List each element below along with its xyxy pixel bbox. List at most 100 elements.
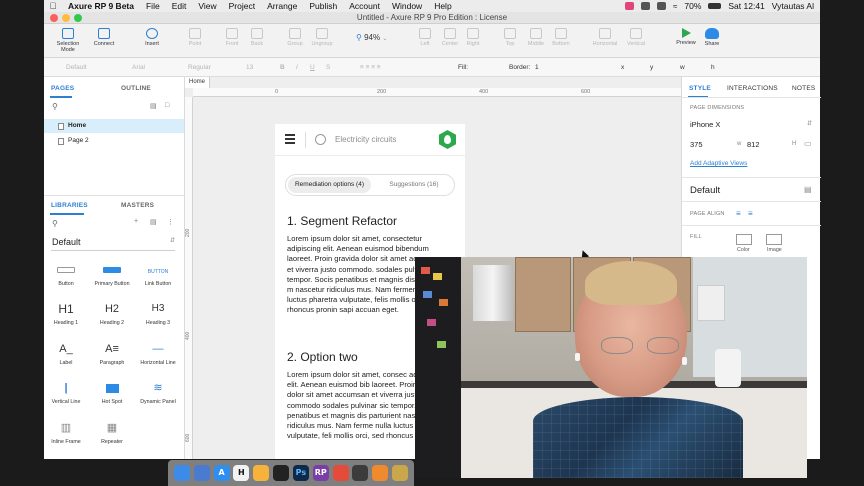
fill-color-swatch[interactable] <box>736 234 752 245</box>
menu-account[interactable]: Account <box>343 1 386 11</box>
add-library-icon[interactable]: + <box>134 218 138 225</box>
widget-label[interactable]: A_ Label <box>44 338 88 366</box>
close-window-icon[interactable] <box>50 14 58 22</box>
menu-window[interactable]: Window <box>386 1 428 11</box>
tab-home-document[interactable]: Home <box>185 77 211 88</box>
shield-icon[interactable] <box>640 2 650 10</box>
selection-mode-button[interactable]: Selection Mode <box>51 28 85 53</box>
front-button[interactable]: Front <box>222 28 242 47</box>
battery-percent[interactable]: 70% <box>684 1 701 11</box>
clock[interactable]: Sat 12:41 <box>728 1 764 11</box>
menu-edit[interactable]: Edit <box>166 1 193 11</box>
bold-button[interactable]: B <box>280 64 285 71</box>
library-options-icon[interactable]: ▤ <box>150 218 157 226</box>
preview-app-icon[interactable] <box>193 465 210 481</box>
align-top-button[interactable]: Top <box>501 28 519 47</box>
library-select[interactable]: Default ⇵ <box>52 237 175 247</box>
final-cut-icon[interactable] <box>352 465 369 481</box>
edit-style-icon[interactable]: ▤ <box>804 185 812 194</box>
widget-heading-3[interactable]: H3 Heading 3 <box>136 298 180 326</box>
terminal-icon[interactable] <box>273 465 290 481</box>
tab-masters[interactable]: MASTERS <box>121 202 154 209</box>
align-middle-button[interactable]: Middle <box>525 28 547 47</box>
tab-outline[interactable]: OUTLINE <box>121 85 151 92</box>
add-page-icon[interactable]: ▤ <box>150 102 157 110</box>
widget-button[interactable]: Button <box>44 259 88 287</box>
align-center-button[interactable]: Center <box>439 28 461 47</box>
app-store-icon[interactable]: A <box>213 465 230 481</box>
underline-button[interactable]: U <box>310 64 315 71</box>
distribute-vertical-button[interactable]: Vertical <box>624 28 648 47</box>
tab-libraries[interactable]: LIBRARIES <box>51 202 88 209</box>
widget-heading-2[interactable]: H2 Heading 2 <box>90 298 134 326</box>
chrome-icon[interactable] <box>332 465 349 481</box>
add-folder-icon[interactable]: □ <box>165 102 169 109</box>
tab-notes[interactable]: NOTES <box>792 85 815 92</box>
back-button[interactable]: Back <box>247 28 267 47</box>
finder-icon[interactable] <box>173 465 190 481</box>
tab-interactions[interactable]: INTERACTIONS <box>727 85 778 92</box>
style-name[interactable]: Default <box>690 185 720 196</box>
device-select[interactable]: iPhone X <box>690 120 720 129</box>
search-icon[interactable]: ⚲ <box>52 102 58 111</box>
menu-publish[interactable]: Publish <box>303 1 343 11</box>
preview-button[interactable]: Preview <box>673 28 699 46</box>
zoom-window-icon[interactable] <box>74 14 82 22</box>
zoom-control[interactable]: ⚲ 94% ⌄ <box>356 33 387 42</box>
share-button[interactable]: Share <box>701 28 723 47</box>
page-item-home[interactable]: Home <box>44 119 184 133</box>
border-width-input[interactable]: 1 <box>535 64 539 71</box>
group-button[interactable]: Group <box>284 28 306 47</box>
app-icon[interactable] <box>372 465 389 481</box>
widget-primary-button[interactable]: Primary Button <box>90 259 134 287</box>
status-app-icon[interactable] <box>624 2 634 10</box>
ungroup-button[interactable]: Ungroup <box>309 28 335 47</box>
menu-app-name[interactable]: Axure RP 9 Beta <box>62 1 140 11</box>
italic-button[interactable]: I <box>296 64 298 71</box>
font-select[interactable]: Arial <box>132 64 145 71</box>
menu-arrange[interactable]: Arrange <box>261 1 303 11</box>
hamburger-menu-icon[interactable] <box>285 134 295 146</box>
widget-paragraph[interactable]: A≡ Paragraph <box>90 338 134 366</box>
font-size-select[interactable]: 13 <box>246 64 253 71</box>
align-text-icon[interactable]: ≡ ≡ ≡ ≡ <box>360 64 381 71</box>
horizontal-ruler[interactable]: 0 200 400 600 <box>193 88 681 97</box>
minimize-window-icon[interactable] <box>62 14 70 22</box>
axure-icon[interactable]: RP <box>312 465 329 481</box>
hypothesis-icon[interactable]: H <box>233 465 250 481</box>
sketch-icon[interactable] <box>253 465 270 481</box>
menu-help[interactable]: Help <box>428 1 457 11</box>
height-input[interactable]: 812 <box>747 140 760 149</box>
align-center-icon[interactable]: ≡ <box>748 209 753 218</box>
search-icon[interactable]: ⚲ <box>52 219 58 228</box>
widget-repeater[interactable]: ▦ Repeater <box>90 417 134 445</box>
weight-select[interactable]: Regular <box>188 64 211 71</box>
strikethrough-button[interactable]: S <box>326 64 330 71</box>
widget-horizontal-line[interactable]: — Horizontal Line <box>136 338 180 366</box>
widget-vertical-line[interactable]: | Vertical Line <box>44 377 88 405</box>
add-adaptive-views-link[interactable]: Add Adaptive Views <box>690 160 747 167</box>
vertical-ruler[interactable]: 200 400 600 <box>185 97 193 459</box>
apple-menu-icon[interactable]:  <box>44 1 62 11</box>
menu-file[interactable]: File <box>140 1 166 11</box>
widget-inline-frame[interactable]: ▥ Inline Frame <box>44 417 88 445</box>
tab-remediation-options[interactable]: Remediation options (4) <box>288 177 371 193</box>
page-item-page-2[interactable]: Page 2 <box>44 134 184 148</box>
widget-heading-1[interactable]: H1 Heading 1 <box>44 298 88 326</box>
distribute-horizontal-button[interactable]: Horizontal <box>589 28 621 47</box>
water-drop-icon[interactable] <box>439 130 456 149</box>
photoshop-icon[interactable]: Ps <box>292 465 309 481</box>
vpn-icon[interactable] <box>656 2 666 10</box>
menu-view[interactable]: View <box>192 1 222 11</box>
width-input[interactable]: 375 <box>690 140 703 149</box>
align-bottom-button[interactable]: Bottom <box>550 28 572 47</box>
widget-hot-spot[interactable]: Hot Spot <box>90 377 134 405</box>
widget-dynamic-panel[interactable]: ≋ Dynamic Panel <box>136 377 180 405</box>
app-icon[interactable] <box>392 465 409 481</box>
style-select[interactable]: Default <box>66 64 87 71</box>
user-name[interactable]: Vytautas Al <box>772 1 814 11</box>
tab-style[interactable]: STYLE <box>689 85 711 92</box>
wifi-icon[interactable]: ≈ <box>673 2 677 11</box>
fill-image-swatch[interactable] <box>766 234 782 245</box>
tab-suggestions[interactable]: Suggestions (16) <box>374 177 454 193</box>
